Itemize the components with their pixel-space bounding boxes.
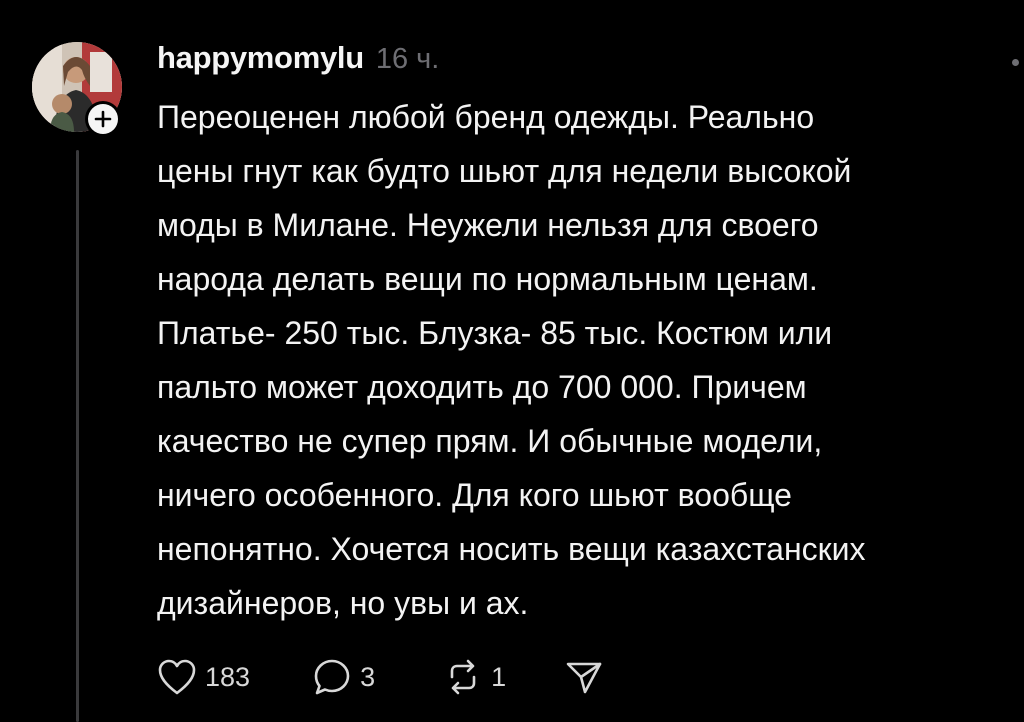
post-text-line: качество не супер прям. И обычные модели… bbox=[157, 423, 823, 459]
post-header: happymomylu 16 ч. bbox=[157, 40, 439, 84]
repost-icon bbox=[450, 659, 476, 695]
post-text-line: непонятно. Хочется носить вещи казахстан… bbox=[157, 531, 866, 567]
username[interactable]: happymomylu bbox=[157, 40, 364, 76]
post-text-line: моды в Милане. Неужели нельзя для своего bbox=[157, 207, 819, 243]
post-text-line: Переоценен любой бренд одежды. Реально bbox=[157, 99, 815, 135]
dot bbox=[1012, 58, 1019, 66]
plus-icon bbox=[88, 104, 118, 134]
post-text-line: пальто может доходить до 700 000. Причем bbox=[157, 369, 807, 405]
like-count: 183 bbox=[205, 661, 251, 692]
like-button[interactable]: 183 bbox=[157, 658, 250, 696]
post-actions: 183 3 1 bbox=[157, 654, 604, 700]
follow-button[interactable] bbox=[85, 101, 121, 137]
repost-button[interactable]: 1 bbox=[443, 657, 506, 697]
share-button[interactable] bbox=[564, 657, 604, 697]
send-icon bbox=[566, 662, 602, 694]
thread-line bbox=[76, 150, 79, 722]
heart-icon bbox=[158, 659, 196, 695]
post-text-line: народа делать вещи по нормальным ценам. bbox=[157, 261, 818, 297]
post-text-line: ничего особенного. Для кого шьют вообще bbox=[157, 477, 792, 513]
reply-button[interactable]: 3 bbox=[312, 657, 375, 697]
reply-count: 3 bbox=[360, 661, 376, 692]
post-text-line: Платье- 250 тыс. Блузка- 85 тыс. Костюм … bbox=[157, 315, 833, 351]
post-body: Переоценен любой бренд одежды. Реально ц… bbox=[157, 90, 1024, 630]
post-timestamp: 16 ч. bbox=[375, 43, 440, 75]
thread-post: happymomylu 16 ч. Переоценен любой бренд… bbox=[0, 0, 1024, 722]
post-text-line: дизайнеров, но увы и ах. bbox=[157, 585, 529, 621]
more-dots-icon[interactable] bbox=[1012, 50, 1024, 74]
speech-bubble-icon bbox=[314, 659, 350, 695]
post-text-line: цены гнут как будто шьют для недели высо… bbox=[157, 153, 852, 189]
repost-count: 1 bbox=[491, 661, 507, 692]
